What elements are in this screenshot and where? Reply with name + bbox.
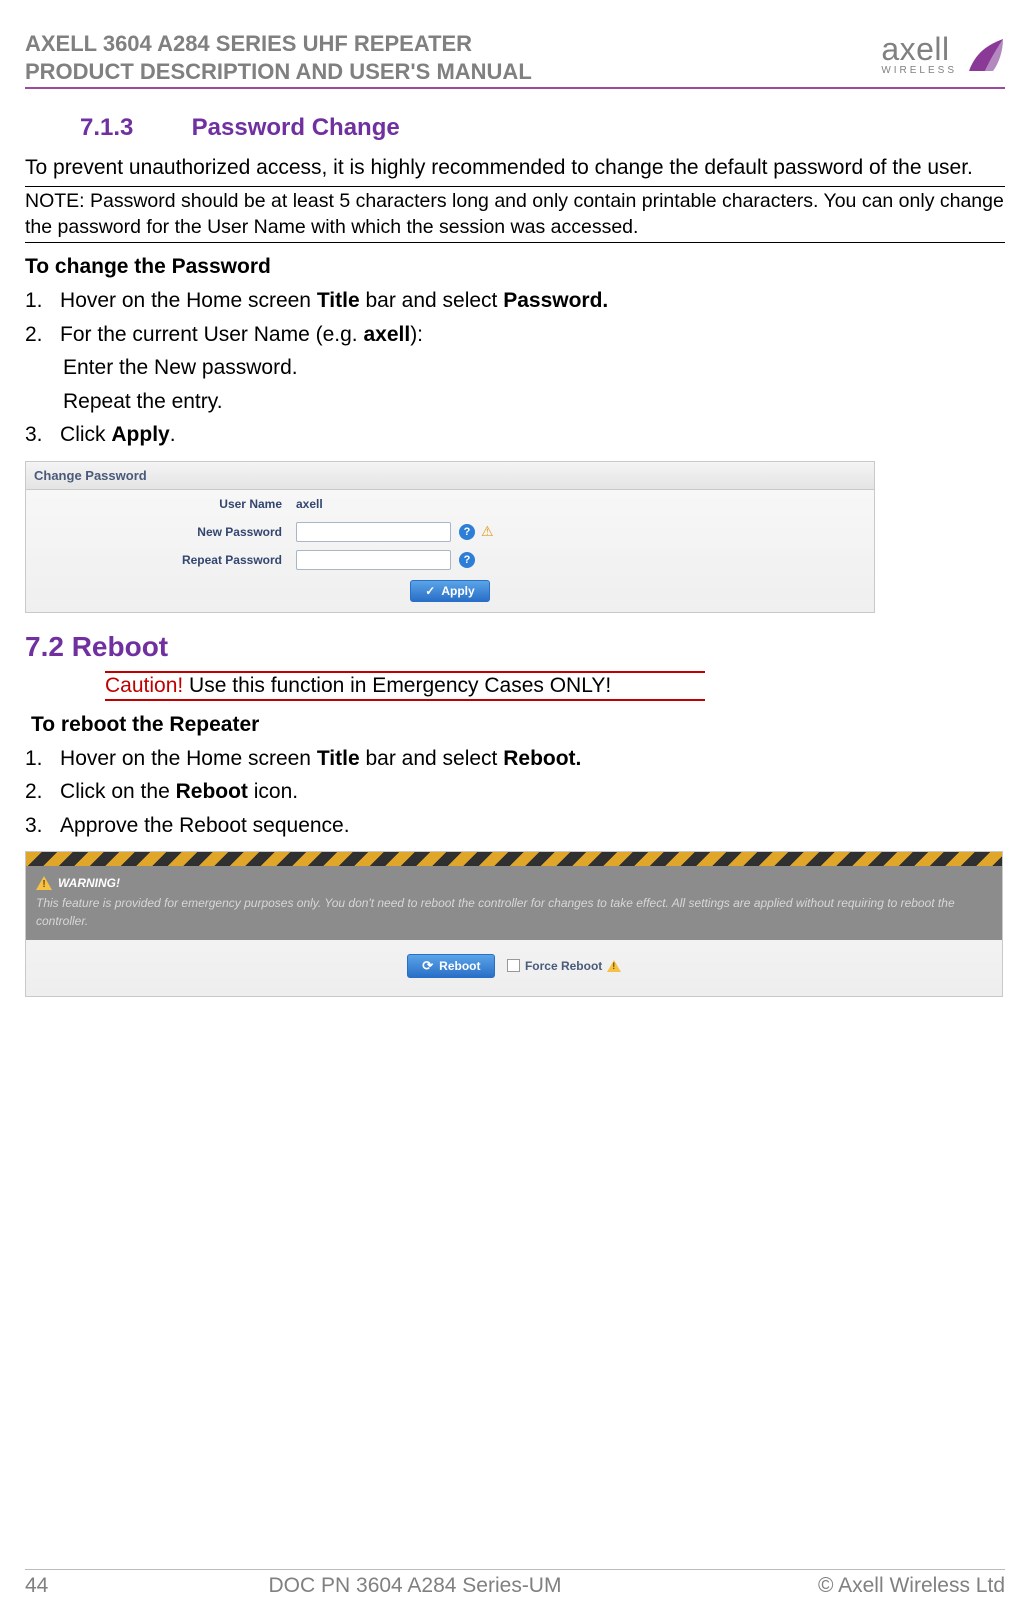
heading-title: Password Change	[192, 114, 400, 141]
step3-post: .	[170, 423, 176, 446]
step-2: 2. For the current User Name (e.g. axell…	[25, 319, 1005, 351]
value-username: axell	[296, 497, 323, 511]
force-reboot-checkbox[interactable]	[507, 959, 520, 972]
reboot-button[interactable]: ⟳ Reboot	[407, 954, 495, 978]
apply-button[interactable]: ✓ Apply	[410, 580, 489, 602]
r2-pre: Click on the	[60, 780, 176, 803]
reboot-step-3: 3. Approve the Reboot sequence.	[25, 810, 1005, 842]
r1-pre: Hover on the Home screen	[60, 747, 317, 770]
caution-rest: Use this function in Emergency Cases ONL…	[183, 674, 611, 697]
step-3: 3. Click Apply.	[25, 419, 1005, 451]
logo: axell WIRELESS	[881, 30, 1005, 77]
step-1: 1. Hover on the Home screen Title bar an…	[25, 285, 1005, 317]
header-line1: AXELL 3604 A284 SERIES UHF REPEATER	[25, 30, 532, 58]
doc-pn: DOC PN 3604 A284 Series-UM	[85, 1574, 745, 1598]
warning-body: WARNING! This feature is provided for em…	[26, 866, 1002, 940]
warning-triangle-icon	[36, 876, 52, 890]
hazard-stripe	[26, 852, 1002, 866]
r1-b1: Title	[317, 747, 360, 770]
reboot-button-row: ⟳ Reboot Force Reboot	[26, 940, 1002, 996]
step-2-sub1: Enter the New password.	[25, 352, 1005, 384]
force-reboot-label: Force Reboot	[525, 959, 602, 973]
intro-paragraph: To prevent unauthorized access, it is hi…	[25, 154, 1005, 182]
heading-7-2: 7.2 Reboot	[25, 631, 1005, 663]
note-text: NOTE: Password should be at least 5 char…	[25, 189, 1005, 240]
row-repeat-password: Repeat Password ?	[26, 546, 874, 574]
step1-b1: Title	[317, 289, 360, 312]
page-footer: 44 DOC PN 3604 A284 Series-UM © Axell Wi…	[25, 1569, 1005, 1598]
reboot-step-2: 2. Click on the Reboot icon.	[25, 776, 1005, 808]
heading-7-1-3: 7.1.3 Password Change	[80, 114, 1005, 142]
logo-swirl-icon	[963, 35, 1005, 77]
step1-pre: Hover on the Home screen	[60, 289, 317, 312]
header-line2: PRODUCT DESCRIPTION AND USER'S MANUAL	[25, 58, 532, 86]
logo-textblock: axell WIRELESS	[881, 36, 957, 76]
label-repeat-password: Repeat Password	[26, 553, 296, 567]
label-new-password: New Password	[26, 525, 296, 539]
caution-block: Caution! Use this function in Emergency …	[105, 671, 705, 701]
step3-b: Apply	[111, 423, 169, 446]
reboot-step-1: 1. Hover on the Home screen Title bar an…	[25, 743, 1005, 775]
panel-title: Change Password	[26, 462, 874, 490]
caution-word: Caution!	[105, 674, 183, 697]
copyright: © Axell Wireless Ltd	[745, 1574, 1005, 1598]
r2-post: icon.	[248, 780, 298, 803]
warning-title-row: WARNING!	[36, 874, 992, 892]
warning-title: WARNING!	[58, 874, 120, 892]
row-new-password: New Password ? ⚠	[26, 518, 874, 546]
apply-button-label: Apply	[441, 584, 474, 598]
page-number: 44	[25, 1574, 85, 1598]
row-username: User Name axell	[26, 490, 874, 518]
step1-b2: Password.	[503, 289, 608, 312]
r1-b2: Reboot.	[503, 747, 581, 770]
subhead-reboot: To reboot the Repeater	[25, 713, 1005, 737]
warning-icon: ⚠	[481, 523, 494, 540]
step-2-sub2: Repeat the entry.	[25, 386, 1005, 418]
step2-b: axell	[363, 323, 410, 346]
step1-mid: bar and select	[360, 289, 504, 312]
warning-triangle-icon	[607, 960, 621, 972]
reboot-icon: ⟳	[422, 958, 433, 974]
apply-row: ✓ Apply	[26, 574, 874, 612]
heading-number: 7.1.3	[80, 114, 185, 142]
r3-text: Approve the Reboot sequence.	[60, 814, 350, 837]
help-icon[interactable]: ?	[459, 524, 475, 540]
step2-pre: For the current User Name (e.g.	[60, 323, 363, 346]
note-block: NOTE: Password should be at least 5 char…	[25, 186, 1005, 243]
r2-b: Reboot	[176, 780, 248, 803]
page-header: AXELL 3604 A284 SERIES UHF REPEATER PROD…	[25, 30, 1005, 89]
step2-post: ):	[410, 323, 423, 346]
force-reboot-group: Force Reboot	[507, 957, 620, 975]
new-password-input[interactable]	[296, 522, 451, 542]
reboot-button-label: Reboot	[439, 959, 480, 973]
logo-text: axell	[881, 31, 949, 67]
r1-mid: bar and select	[360, 747, 504, 770]
help-icon[interactable]: ?	[459, 552, 475, 568]
step3-pre: Click	[60, 423, 111, 446]
change-password-panel: Change Password User Name axell New Pass…	[25, 461, 875, 613]
warning-text: This feature is provided for emergency p…	[36, 894, 992, 930]
subhead-change-password: To change the Password	[25, 255, 1005, 279]
repeat-password-input[interactable]	[296, 550, 451, 570]
check-icon: ✓	[425, 584, 435, 598]
label-username: User Name	[26, 497, 296, 511]
header-title-block: AXELL 3604 A284 SERIES UHF REPEATER PROD…	[25, 30, 532, 85]
logo-subtext: WIRELESS	[881, 65, 957, 76]
reboot-panel: WARNING! This feature is provided for em…	[25, 851, 1003, 997]
